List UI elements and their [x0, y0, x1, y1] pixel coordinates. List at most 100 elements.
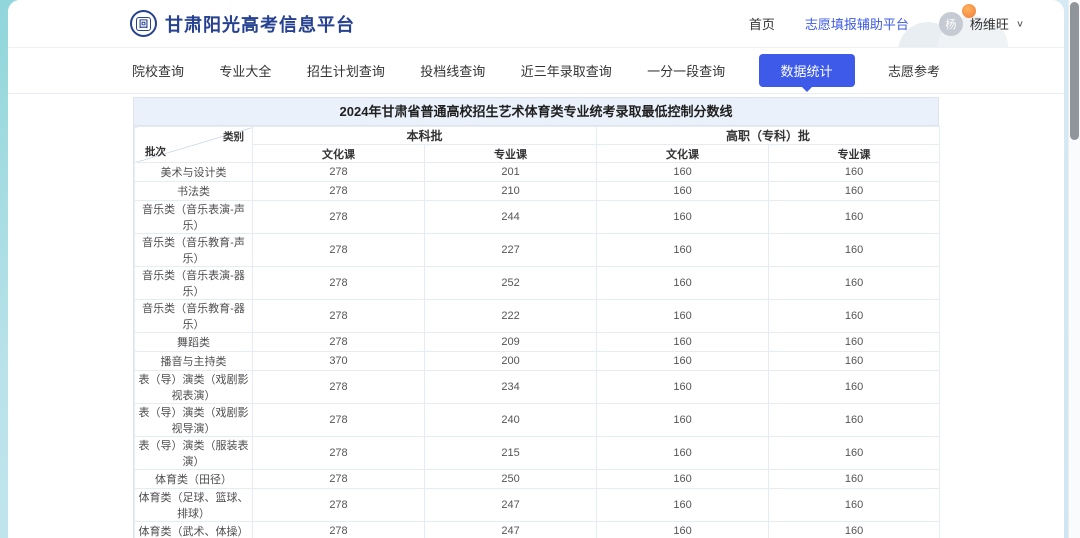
- brand-title: 甘肃阳光高考信息平台: [165, 11, 355, 37]
- score-cell: 160: [769, 352, 940, 371]
- table-row: 体育类（武术、体操）278247160160: [135, 522, 940, 538]
- diagonal-header-cell: 类别 批次: [135, 127, 253, 163]
- table-row: 舞蹈类278209160160: [135, 333, 940, 352]
- score-cell: 278: [253, 182, 425, 201]
- score-cell: 160: [769, 300, 940, 333]
- table-row: 表（导）演类（戏剧影视导演）278240160160: [135, 404, 940, 437]
- brand: 回 甘肃阳光高考信息平台: [130, 10, 355, 37]
- category-cell: 体育类（武术、体操）: [135, 522, 253, 538]
- table-row: 音乐类（音乐教育-声乐）278227160160: [135, 234, 940, 267]
- category-cell: 表（导）演类（戏剧影视表演）: [135, 371, 253, 404]
- category-cell: 表（导）演类（服装表演）: [135, 437, 253, 470]
- art-sports-score-table: 2024年甘肃省普通高校招生艺术体育类专业统考录取最低控制分数线 类别 批次 本…: [133, 97, 939, 538]
- score-cell: 278: [253, 371, 425, 404]
- score-cell: 160: [597, 489, 769, 522]
- category-cell: 音乐类（音乐表演-声乐）: [135, 201, 253, 234]
- score-cell: 278: [253, 201, 425, 234]
- nav-tabs: 院校查询专业大全招生计划查询投档线查询近三年录取查询一分一段查询数据统计志愿参考: [130, 54, 942, 87]
- score-cell: 215: [425, 437, 597, 470]
- table-row: 美术与设计类278201160160: [135, 163, 940, 182]
- score-cell: 160: [597, 352, 769, 371]
- site-header: 回 甘肃阳光高考信息平台 首页 志愿填报辅助平台 杨 杨维旺 ∨: [8, 0, 1064, 48]
- score-cell: 222: [425, 300, 597, 333]
- score-cell: 160: [769, 201, 940, 234]
- course-header: 专业课: [769, 145, 940, 163]
- assist-platform-link[interactable]: 志愿填报辅助平台: [805, 14, 909, 33]
- scrollbar-thumb[interactable]: [1070, 2, 1079, 140]
- score-cell: 160: [769, 522, 940, 538]
- table-row: 体育类（田径）278250160160: [135, 470, 940, 489]
- nav-tab[interactable]: 一分一段查询: [645, 54, 727, 87]
- scrollbar[interactable]: [1068, 0, 1080, 538]
- score-cell: 160: [769, 182, 940, 201]
- score-cell: 160: [597, 522, 769, 538]
- score-cell: 278: [253, 234, 425, 267]
- score-cell: 160: [597, 267, 769, 300]
- score-cell: 210: [425, 182, 597, 201]
- content-area: 2024年甘肃省普通高校招生艺术体育类专业统考录取最低控制分数线 类别 批次 本…: [133, 97, 939, 538]
- score-cell: 160: [769, 267, 940, 300]
- category-cell: 书法类: [135, 182, 253, 201]
- corner-label-batch: 批次: [145, 144, 166, 159]
- score-cell: 278: [253, 333, 425, 352]
- score-cell: 370: [253, 352, 425, 371]
- category-cell: 表（导）演类（戏剧影视导演）: [135, 404, 253, 437]
- score-cell: 160: [597, 333, 769, 352]
- score-cell: 244: [425, 201, 597, 234]
- user-name: 杨维旺: [970, 14, 1009, 33]
- table-row: 音乐类（音乐表演-器乐）278252160160: [135, 267, 940, 300]
- category-cell: 音乐类（音乐教育-声乐）: [135, 234, 253, 267]
- score-cell: 201: [425, 163, 597, 182]
- score-cell: 278: [253, 437, 425, 470]
- score-cell: 160: [769, 163, 940, 182]
- score-cell: 160: [769, 333, 940, 352]
- nav-tab[interactable]: 近三年录取查询: [519, 54, 614, 87]
- course-header: 文化课: [597, 145, 769, 163]
- table-row: 播音与主持类370200160160: [135, 352, 940, 371]
- score-cell: 247: [425, 522, 597, 538]
- score-cell: 240: [425, 404, 597, 437]
- category-cell: 体育类（田径）: [135, 470, 253, 489]
- nav-bar: 院校查询专业大全招生计划查询投档线查询近三年录取查询一分一段查询数据统计志愿参考: [8, 48, 1064, 94]
- score-cell: 278: [253, 489, 425, 522]
- score-cell: 160: [597, 470, 769, 489]
- nav-tab[interactable]: 数据统计: [759, 54, 855, 87]
- course-header: 文化课: [253, 145, 425, 163]
- table-row: 音乐类（音乐教育-器乐）278222160160: [135, 300, 940, 333]
- score-cell: 252: [425, 267, 597, 300]
- nav-tab[interactable]: 专业大全: [217, 54, 273, 87]
- score-cell: 160: [769, 371, 940, 404]
- score-cell: 160: [597, 163, 769, 182]
- category-cell: 音乐类（音乐表演-器乐）: [135, 267, 253, 300]
- category-cell: 美术与设计类: [135, 163, 253, 182]
- home-link[interactable]: 首页: [749, 14, 775, 33]
- nav-tab[interactable]: 志愿参考: [886, 54, 942, 87]
- nav-tab[interactable]: 招生计划查询: [305, 54, 387, 87]
- category-cell: 音乐类（音乐教育-器乐）: [135, 300, 253, 333]
- score-cell: 160: [597, 437, 769, 470]
- avatar[interactable]: 杨: [939, 12, 963, 36]
- table-row: 表（导）演类（服装表演）278215160160: [135, 437, 940, 470]
- score-cell: 278: [253, 404, 425, 437]
- batch-header-vocational: 高职（专科）批: [597, 127, 940, 145]
- score-cell: 200: [425, 352, 597, 371]
- score-cell: 160: [769, 437, 940, 470]
- score-cell: 160: [597, 300, 769, 333]
- score-cell: 278: [253, 300, 425, 333]
- batch-header-undergraduate: 本科批: [253, 127, 597, 145]
- user-menu[interactable]: 杨 杨维旺 ∨: [939, 12, 1024, 36]
- category-cell: 体育类（足球、篮球、排球）: [135, 489, 253, 522]
- corner-label-category: 类别: [223, 129, 244, 144]
- score-cell: 250: [425, 470, 597, 489]
- score-cell: 160: [597, 234, 769, 267]
- nav-tab[interactable]: 投档线查询: [418, 54, 487, 87]
- category-cell: 舞蹈类: [135, 333, 253, 352]
- chevron-down-icon: ∨: [1016, 18, 1024, 28]
- table-row: 书法类278210160160: [135, 182, 940, 201]
- score-cell: 160: [597, 371, 769, 404]
- score-cell: 160: [769, 489, 940, 522]
- nav-tab[interactable]: 院校查询: [130, 54, 186, 87]
- score-cell: 234: [425, 371, 597, 404]
- table-row: 音乐类（音乐表演-声乐）278244160160: [135, 201, 940, 234]
- table-title: 2024年甘肃省普通高校招生艺术体育类专业统考录取最低控制分数线: [134, 98, 938, 126]
